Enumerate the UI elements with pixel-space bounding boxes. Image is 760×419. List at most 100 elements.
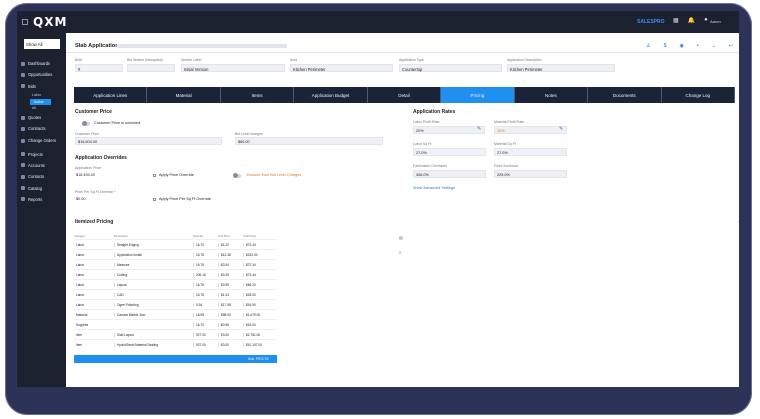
customer-price-lock-toggle[interactable] xyxy=(82,121,90,126)
sidebar-item-change-orders[interactable]: Change Orders xyxy=(17,134,66,148)
sidebar-item-opportunities[interactable]: Opportunities xyxy=(17,69,66,80)
table-row[interactable]: Item HydroShield Material Sealing 927.00 $3… xyxy=(74,339,277,349)
edit-labor-profit-icon[interactable]: ✎ xyxy=(477,126,481,132)
tab-application-budget[interactable]: Application Budget xyxy=(294,87,368,103)
salespro-brand: SALESPRO xyxy=(637,19,665,25)
table-row[interactable]: Supplies 16.70 $0.96 $16.00 xyxy=(74,319,277,329)
app-grid-icon[interactable] xyxy=(22,19,28,25)
itemized-pricing-title: Itemized Pricing xyxy=(75,219,114,225)
user-icon[interactable]: ● xyxy=(704,17,708,24)
table-row[interactable]: Labor Ogee Polishing 0.94 $17.98 $16.90 xyxy=(74,299,277,309)
show-advanced-settings-link[interactable]: Show Advanced Settings xyxy=(413,186,455,190)
application-tabs: Application Lines Material Items Applica… xyxy=(74,87,735,103)
table-filter-icon[interactable]: ≡ xyxy=(399,250,403,255)
version-label-field[interactable]: Initial Version xyxy=(181,64,285,72)
projects-icon xyxy=(21,152,25,157)
labor-profit-rate-field[interactable]: 20% xyxy=(413,126,485,134)
tab-material[interactable]: Material xyxy=(147,87,221,103)
bid-level-charges-field[interactable]: $60.00 xyxy=(235,137,383,145)
application-rates-title: Application Rates xyxy=(413,109,456,115)
exclude-bid-level-toggle[interactable] xyxy=(233,173,241,178)
tab-notes[interactable]: Notes xyxy=(515,87,589,103)
tab-items[interactable]: Items xyxy=(221,87,295,103)
quotes-icon xyxy=(21,115,25,120)
side-panel-chevron-icon[interactable]: ❮ xyxy=(738,219,739,225)
tab-pricing[interactable]: Pricing xyxy=(441,87,515,103)
sidebar-item-bids[interactable]: Bids xyxy=(17,81,66,92)
bid-version-field[interactable] xyxy=(127,64,175,72)
bid-field[interactable]: # xyxy=(75,64,123,72)
apply-price-override-checkbox[interactable] xyxy=(153,174,156,177)
record-breadcrumb xyxy=(117,44,287,48)
customer-price-unlocked-text: Customer Price is unlocked. xyxy=(94,121,142,125)
table-row[interactable]: Labor Straight Edging 16.70 $1.20 $72.44 xyxy=(74,239,277,249)
material-profit-rate-field[interactable]: 20% xyxy=(494,126,567,134)
dollar-icon[interactable]: $ xyxy=(664,43,667,49)
version-label-label: Version Label xyxy=(181,58,202,62)
apply-price-override-label: Apply Price Override xyxy=(159,173,194,177)
settings-icon[interactable]: ◉ xyxy=(679,43,683,49)
table-row[interactable]: Labor Application Install 16.78 $12.38 $232.… xyxy=(74,249,277,259)
more-icon[interactable]: • xyxy=(697,43,699,49)
person-icon[interactable]: ♙ xyxy=(646,43,650,49)
customer-price-field[interactable]: $16,504.00 xyxy=(75,137,222,145)
area-field[interactable]: Kitchen Perimeter xyxy=(290,64,393,72)
application-type-label: Application Type xyxy=(399,58,424,62)
tab-change-log[interactable]: Change Log xyxy=(662,87,735,103)
grid-apps-icon[interactable]: ▦ xyxy=(673,17,679,24)
tab-detail[interactable]: Detail xyxy=(368,87,442,103)
show-all-select[interactable]: Show All xyxy=(24,39,60,49)
table-row[interactable]: Labor Cutting 206.16 $0.35 $72.44 xyxy=(74,269,277,279)
sidebar-item-accounts[interactable]: Accounts xyxy=(17,160,66,171)
table-row[interactable]: Labor Measure 16.78 $3.94 $72.34 xyxy=(74,259,277,269)
tab-documents[interactable]: Documents xyxy=(588,87,662,103)
dashboard-icon xyxy=(21,61,25,66)
apply-price-per-sqft-checkbox[interactable] xyxy=(153,198,156,201)
opportunities-icon xyxy=(21,72,25,77)
tab-application-lines[interactable]: Application Lines xyxy=(74,87,148,103)
page-title: Slab Application xyxy=(75,43,119,49)
application-description-field[interactable]: Kitchen Perimeter xyxy=(507,64,615,72)
fabrication-overhead-label: Fabrication Overhead xyxy=(413,164,447,168)
top-action-icons: ▦ 🔔 ● xyxy=(673,17,708,24)
sidebar-item-projects[interactable]: Projects xyxy=(17,148,66,159)
table-row[interactable]: Labor Layout 16.78 $3.95 $66.20 xyxy=(74,279,277,289)
sidebar-item-all[interactable]: All xyxy=(17,105,66,112)
table-row[interactable]: Material Carrara Marble 3cm 16.98 $98.90 $1,… xyxy=(74,309,277,319)
price-per-sqft-override-value[interactable]: $0.00 xyxy=(76,197,86,201)
unit-price-header: Unit Price xyxy=(218,234,231,238)
device-frame: QXM SALESPRO ▦ 🔔 ● Aaron Show All Dashbo… xyxy=(5,3,752,415)
sidebar-item-quotes[interactable]: Quotes xyxy=(17,112,66,123)
description-header: Description xyxy=(114,234,128,238)
user-name[interactable]: Aaron xyxy=(710,19,721,24)
sidebar-item-contracts[interactable]: Contracts xyxy=(17,123,66,134)
back-icon[interactable]: ↩ xyxy=(729,43,733,49)
area-label: Area xyxy=(290,58,298,62)
sidebar-item-labor[interactable]: Labor xyxy=(17,92,66,99)
header-actions: ♙ $ ◉ • ⌄ ↩ xyxy=(646,43,733,49)
bids-icon xyxy=(21,84,25,89)
table-edit-icon[interactable]: ▤ xyxy=(399,235,403,240)
sidebar-item-reports[interactable]: Reports xyxy=(17,194,66,205)
material-sqft-field[interactable]: 27.0% xyxy=(494,148,567,156)
sidebar-navigation: Dashboards Opportunities Bids Labor Acti… xyxy=(17,58,66,205)
table-row[interactable]: Item Slab Layout 927.00 $3.00 $2,781.00 xyxy=(74,329,277,339)
labor-sqft-field[interactable]: 27.0% xyxy=(413,148,486,156)
customer-price-title: Customer Price xyxy=(75,109,112,115)
chevron-down-icon[interactable]: ⌄ xyxy=(712,43,716,49)
field-overhead-field[interactable]: 225.0% xyxy=(494,170,567,178)
table-row[interactable]: Labor CAD 16.78 $1.34 $25.00 xyxy=(74,289,277,299)
application-type-field[interactable]: Countertop xyxy=(399,64,502,72)
sidebar-item-dashboards[interactable]: Dashboards xyxy=(17,58,66,69)
labor-profit-rate-label: Labor Profit Rate xyxy=(413,120,440,124)
price-per-sqft-override-label: Price Per Sq Ft Override * xyxy=(75,190,116,194)
fabrication-overhead-field[interactable]: 306.0% xyxy=(413,170,486,178)
contracts-icon xyxy=(21,126,25,131)
material-profit-rate-label: Material Profit Rate xyxy=(494,120,524,124)
sidebar-item-contacts[interactable]: Contacts xyxy=(17,171,66,182)
bell-icon[interactable]: 🔔 xyxy=(688,17,695,24)
sidebar-item-catalog[interactable]: Catalog xyxy=(17,182,66,193)
labor-sqft-label: Labor Sq Ft xyxy=(413,142,432,146)
contacts-icon xyxy=(21,174,25,179)
edit-material-profit-icon[interactable]: ✎ xyxy=(559,126,563,132)
